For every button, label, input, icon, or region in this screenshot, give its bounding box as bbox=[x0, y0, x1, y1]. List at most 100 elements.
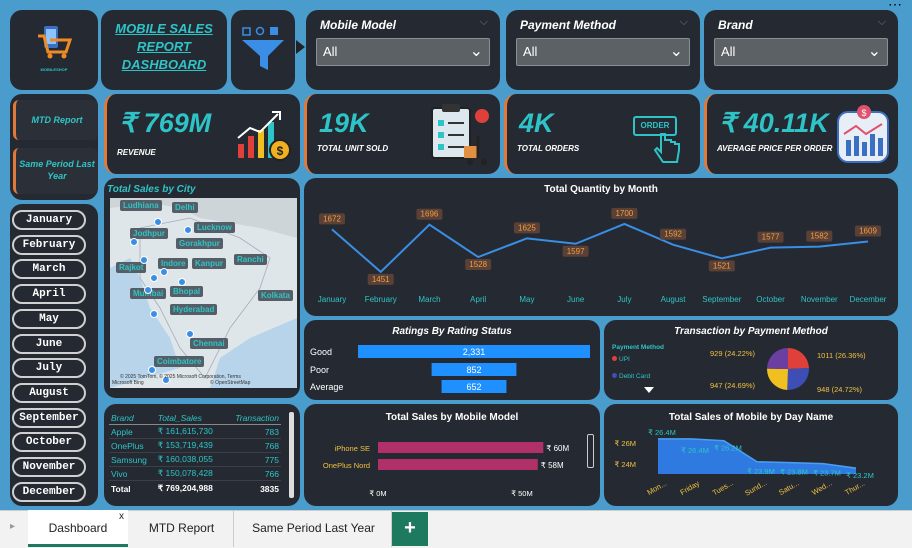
city-label[interactable]: Kanpur bbox=[192, 258, 226, 269]
month-slicer-october[interactable]: October bbox=[12, 432, 86, 453]
month-slicer-december[interactable]: December bbox=[12, 481, 86, 502]
chevron-down-icon[interactable]: ⌵ bbox=[878, 16, 886, 29]
city-bubble[interactable] bbox=[150, 274, 158, 282]
city-bubble[interactable] bbox=[140, 256, 148, 264]
close-tab-icon[interactable]: x bbox=[119, 498, 124, 535]
month-slicer-september[interactable]: September bbox=[12, 407, 86, 428]
map-canvas[interactable]: Ludhiana Delhi Jodhpur Lucknow Gorakhpur Ranc… bbox=[110, 198, 297, 388]
data-label: 1700 bbox=[615, 209, 633, 218]
month-slicer-march[interactable]: March bbox=[12, 259, 86, 280]
total-transactions: 3835 bbox=[224, 480, 281, 496]
chevron-down-icon[interactable]: ⌄ bbox=[670, 41, 683, 61]
city-label[interactable]: Ludhiana bbox=[120, 200, 162, 211]
model-bar[interactable] bbox=[378, 459, 538, 470]
payment-method-select[interactable]: All ⌄ bbox=[516, 38, 690, 66]
city-bubble[interactable] bbox=[186, 330, 194, 338]
brand-select[interactable]: All ⌄ bbox=[714, 38, 888, 66]
data-label: ₹ 26.4M bbox=[681, 446, 709, 455]
city-label[interactable]: Lucknow bbox=[194, 222, 235, 233]
avg-price-card: ₹ 40.11K AVERAGE PRICE PER ORDER $ bbox=[704, 94, 898, 174]
city-bubble[interactable] bbox=[130, 238, 138, 246]
payment-method-filter[interactable]: Payment Method ⌵ All ⌄ bbox=[506, 10, 700, 90]
tab-scroll-left-icon[interactable]: ▸ bbox=[10, 521, 15, 532]
table-cell: Vivo bbox=[109, 466, 156, 481]
x-tick-label: July bbox=[617, 295, 631, 304]
hand-pointer-icon bbox=[653, 133, 680, 163]
model-bar[interactable] bbox=[378, 442, 544, 453]
column-header[interactable]: Brand bbox=[109, 412, 156, 425]
table-row[interactable]: Apple ₹ 161,615,730 783 bbox=[109, 424, 281, 439]
pie-slice[interactable] bbox=[767, 348, 788, 369]
svg-text:$: $ bbox=[277, 144, 284, 158]
x-tick-label: Mon... bbox=[645, 479, 668, 497]
data-label: 1672 bbox=[323, 214, 341, 223]
brand-filter[interactable]: Brand ⌵ All ⌄ bbox=[704, 10, 898, 90]
city-label[interactable]: Bhopal bbox=[170, 286, 204, 297]
chart-scrollbar[interactable] bbox=[587, 434, 594, 468]
city-bubble[interactable] bbox=[154, 218, 162, 226]
column-header[interactable]: Transaction bbox=[224, 412, 281, 425]
month-slicer-january[interactable]: January bbox=[12, 210, 86, 230]
city-label[interactable]: Delhi bbox=[172, 202, 198, 213]
chevron-down-icon[interactable]: ⌄ bbox=[868, 41, 881, 61]
avg-price-value: ₹ 40.11K bbox=[719, 108, 829, 138]
city-label[interactable]: Kolkata bbox=[258, 290, 293, 301]
y-tick-label: OnePlus Nord bbox=[323, 461, 370, 470]
city-label[interactable]: Hyderabad bbox=[170, 304, 218, 315]
chevron-down-icon[interactable]: ⌵ bbox=[680, 16, 688, 29]
table-cell: 768 bbox=[224, 438, 281, 453]
city-label[interactable]: Coimbatore bbox=[154, 356, 205, 367]
pie-slice[interactable] bbox=[787, 367, 809, 390]
add-page-button[interactable]: + bbox=[392, 512, 428, 546]
data-label: 1521 bbox=[713, 261, 731, 270]
data-label: 1451 bbox=[372, 275, 390, 284]
table-row[interactable]: OnePlus ₹ 153,719,439 768 bbox=[109, 438, 281, 453]
month-slicer-august[interactable]: August bbox=[12, 382, 86, 403]
city-label[interactable]: Jodhpur bbox=[130, 228, 168, 239]
city-bubble[interactable] bbox=[144, 286, 152, 294]
quantity-series-line[interactable] bbox=[331, 222, 869, 274]
same-period-button[interactable]: Same Period Last Year bbox=[13, 148, 98, 194]
table-row[interactable]: Samsung ₹ 160,038,055 775 bbox=[109, 452, 281, 467]
filter-icon-panel[interactable] bbox=[231, 10, 295, 90]
revenue-value: ₹ 769M bbox=[119, 108, 212, 138]
table-scrollbar[interactable] bbox=[289, 412, 294, 498]
month-slicer-may[interactable]: May bbox=[12, 308, 86, 329]
column-header[interactable]: Total_Sales bbox=[155, 412, 225, 425]
chevron-down-icon[interactable]: ⌵ bbox=[480, 16, 488, 29]
data-label: 1582 bbox=[810, 232, 828, 241]
month-slicer-november[interactable]: November bbox=[12, 457, 86, 477]
table-row[interactable]: Vivo ₹ 150,078,428 766 bbox=[109, 466, 281, 481]
table-cell: 775 bbox=[224, 452, 281, 467]
logo-panel: MOBILESHOP bbox=[10, 10, 98, 90]
pie-slice[interactable] bbox=[788, 348, 809, 369]
map-attribution-osm: © OpenStreetMap bbox=[210, 380, 251, 386]
month-slicer-july[interactable]: July bbox=[12, 358, 86, 379]
pie-slice[interactable] bbox=[767, 368, 788, 390]
data-label: 1592 bbox=[664, 230, 682, 239]
city-bubble[interactable] bbox=[160, 268, 168, 276]
city-label[interactable]: Ranchi bbox=[234, 254, 267, 265]
tab-same-period[interactable]: Same Period Last Year bbox=[236, 510, 392, 547]
month-slicer-april[interactable]: April bbox=[12, 284, 86, 305]
growth-chart-coins-icon: $ bbox=[237, 111, 291, 161]
city-label[interactable]: Gorakhpur bbox=[176, 238, 223, 249]
city-bubble[interactable] bbox=[148, 366, 156, 374]
chevron-down-icon[interactable]: ⌄ bbox=[470, 41, 483, 61]
tab-mtd-report[interactable]: MTD Report bbox=[130, 510, 234, 547]
mobile-model-filter[interactable]: Mobile Model ⌵ All ⌄ bbox=[306, 10, 500, 90]
city-bubble[interactable] bbox=[150, 310, 158, 318]
mtd-report-button[interactable]: MTD Report bbox=[13, 100, 98, 140]
table-total-row: Total ₹ 769,204,988 3835 bbox=[109, 480, 281, 496]
payment-method-select-value: All bbox=[523, 44, 538, 59]
month-slicer-june[interactable]: June bbox=[12, 333, 86, 354]
city-bubble[interactable] bbox=[184, 226, 192, 234]
data-label: 2,331 bbox=[463, 347, 486, 357]
mobile-model-select[interactable]: All ⌄ bbox=[316, 38, 490, 66]
city-label[interactable]: Chennai bbox=[190, 338, 228, 349]
tab-dashboard[interactable]: Dashboard x bbox=[28, 510, 128, 547]
month-slicer-february[interactable]: February bbox=[12, 234, 86, 255]
total-label: Total bbox=[109, 480, 156, 496]
data-label: 1597 bbox=[567, 247, 585, 256]
city-bubble[interactable] bbox=[178, 278, 186, 286]
